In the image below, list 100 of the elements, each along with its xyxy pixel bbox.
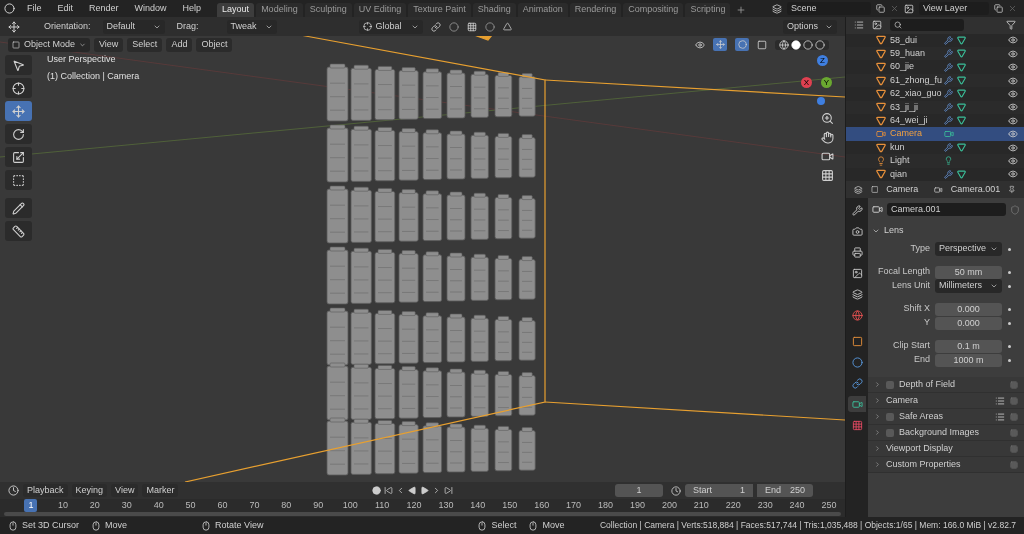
frame-number: 200 — [660, 498, 678, 512]
object-name: 62_xiao_guo — [890, 87, 940, 101]
frame-number: 170 — [565, 498, 583, 512]
frame-number: 120 — [405, 498, 423, 512]
status-hint: Rotate View — [215, 518, 264, 532]
object-name: 60_jie — [890, 60, 916, 74]
object-name: 61_zhong_fu — [890, 73, 940, 87]
field-label: End — [913, 353, 931, 367]
object-name: qian — [890, 167, 908, 181]
viewport-info-text: User Perspective — [47, 53, 117, 66]
transform-orientation-dropdown[interactable]: Global — [358, 19, 423, 34]
subpanel-header[interactable]: Viewport Display — [868, 441, 1024, 457]
view-layer-field[interactable]: View Layer — [919, 2, 989, 15]
menu-item[interactable]: Add — [166, 37, 193, 52]
value-dropdown[interactable]: Millimeters — [935, 279, 1002, 293]
object-name: 64_wei_ji — [890, 114, 929, 127]
status-hint: Move — [105, 518, 128, 532]
workspace-tab[interactable]: Modeling — [256, 2, 303, 17]
scene-field[interactable]: Scene — [787, 2, 871, 15]
number-field[interactable]: 0.000 — [935, 316, 1002, 330]
subpanel-header[interactable]: Depth of Field — [868, 377, 1024, 393]
object-breadcrumb: Camera — [886, 182, 919, 196]
subpanel-title: Background Images — [899, 425, 980, 439]
workspace-tab[interactable]: Rendering — [569, 2, 622, 17]
options-dropdown[interactable]: Options — [783, 19, 837, 34]
subpanel-header[interactable]: Safe Areas — [868, 409, 1024, 425]
value-dropdown[interactable]: Perspective — [935, 242, 1002, 256]
subpanel-header[interactable]: Custom Properties — [868, 457, 1024, 473]
number-field[interactable]: 0.000 — [935, 302, 1002, 316]
menu-item[interactable]: View — [111, 484, 139, 497]
frame-number: 20 — [88, 498, 101, 512]
subpanel-title: Viewport Display — [886, 441, 953, 455]
workspace-tab[interactable]: Sculpting — [304, 2, 352, 17]
object-name: 59_huan — [890, 47, 927, 61]
number-field[interactable]: 0.1 m — [935, 339, 1002, 353]
frame-number: 10 — [56, 498, 69, 512]
orientation-label: Orientation: — [44, 19, 91, 33]
menu-item[interactable]: Select — [127, 37, 163, 52]
menu-item[interactable]: Render — [85, 1, 123, 16]
end-frame-field[interactable]: End 250 — [757, 484, 813, 497]
number-field[interactable]: 50 mm — [935, 265, 1002, 279]
object-name: Light — [890, 154, 911, 168]
frame-number: 220 — [724, 498, 742, 512]
frame-number: 240 — [788, 498, 806, 512]
frame-number: 210 — [692, 498, 710, 512]
frame-number: 50 — [184, 498, 197, 512]
workspace-tab[interactable]: Layout — [217, 2, 255, 17]
frame-number: 150 — [501, 498, 519, 512]
panel-title[interactable]: Lens — [884, 224, 904, 238]
menu-item[interactable]: Window — [130, 1, 171, 16]
frame-number: 100 — [341, 498, 359, 512]
orientation-dropdown[interactable]: Default — [102, 19, 165, 34]
workspace-tab[interactable]: Shading — [472, 2, 516, 17]
object-name: kun — [890, 140, 906, 154]
subpanel-title: Safe Areas — [899, 409, 944, 423]
frame-number: 70 — [248, 498, 261, 512]
menu-item[interactable]: Edit — [53, 1, 78, 16]
status-info: Collection | Camera | Verts:518,884 | Faces:517,744 | Tris:1,035,488 | Objects:1/65 | Mem: 166.0 MiB | v2.82.7 — [599, 519, 1016, 532]
outliner-row[interactable]: Camera — [846, 127, 1024, 141]
menu-item[interactable]: Playback — [23, 484, 68, 497]
status-hint: Select — [491, 518, 517, 532]
frame-number: 90 — [312, 498, 325, 512]
subpanel-header[interactable]: Background Images — [868, 425, 1024, 441]
frame-number: 60 — [216, 498, 229, 512]
workspace-tab[interactable]: Compositing — [623, 2, 684, 17]
status-hint: Set 3D Cursor — [22, 518, 80, 532]
workspace-tab[interactable]: Scripting — [685, 2, 731, 17]
number-field[interactable]: 1000 m — [935, 353, 1002, 367]
frame-number: 160 — [533, 498, 551, 512]
start-frame-field[interactable]: Start 1 — [685, 484, 753, 497]
frame-number: 40 — [152, 498, 165, 512]
object-name: 58_dui — [890, 33, 919, 47]
data-breadcrumb: Camera.001 — [950, 182, 1001, 196]
drag-dropdown[interactable]: Tweak — [226, 19, 277, 34]
mode-dropdown[interactable]: Object Mode — [8, 37, 90, 52]
menu-item[interactable]: View — [94, 37, 124, 52]
frame-number: 130 — [437, 498, 455, 512]
frame-number: 250 — [820, 498, 838, 512]
menu-item[interactable]: Object — [196, 37, 233, 52]
viewport-info-text: (1) Collection | Camera — [47, 69, 140, 83]
menu-item[interactable]: Marker — [142, 484, 179, 497]
object-name: Camera — [890, 127, 923, 141]
frame-number: 190 — [628, 498, 646, 512]
navigation-gizmo[interactable]: Z X Y — [795, 55, 837, 109]
workspace-tab[interactable]: UV Editing — [353, 2, 407, 17]
menu-item[interactable]: Keying — [71, 484, 108, 497]
datablock-field[interactable]: Camera.001 — [887, 203, 1006, 216]
subpanel-title: Depth of Field — [899, 377, 956, 391]
menu-item[interactable]: File — [23, 1, 46, 16]
menu-item[interactable]: Help — [178, 1, 206, 16]
workspace-tab[interactable]: Animation — [517, 2, 568, 17]
frame-number: 230 — [756, 498, 774, 512]
field-label: Y — [923, 316, 931, 330]
workspace-tab[interactable]: Texture Paint — [408, 2, 471, 17]
subpanel-header[interactable]: Camera — [868, 393, 1024, 409]
drag-label: Drag: — [176, 19, 199, 33]
field-label: Type — [909, 242, 931, 256]
field-label: Lens Unit — [890, 279, 931, 293]
frame-number: 140 — [469, 498, 487, 512]
current-frame-field[interactable]: 1 — [615, 484, 663, 497]
